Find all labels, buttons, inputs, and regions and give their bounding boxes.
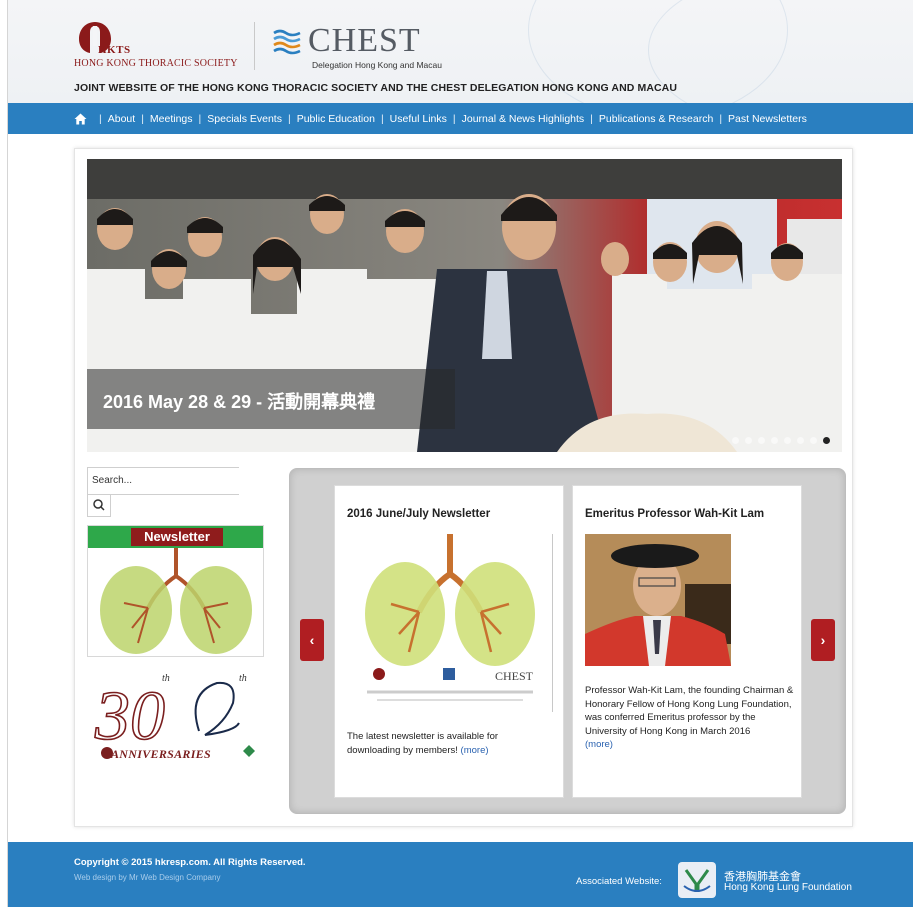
newsletter-cover-image[interactable]: CHEST: [347, 534, 553, 712]
lungs-illustration-icon: [100, 548, 252, 654]
slider-pagination: [732, 437, 830, 444]
header-decoration: [648, 0, 913, 103]
anniv-th-text: th: [162, 673, 170, 684]
card-title[interactable]: 2016 June/July Newsletter: [347, 508, 490, 520]
slider-dot[interactable]: [732, 437, 739, 444]
nav-separator: |: [590, 112, 593, 125]
svg-text:th: th: [239, 673, 247, 684]
hkts-logo[interactable]: HKTS HONG KONG THORACIC SOCIETY: [74, 20, 244, 70]
anniversaries-text: ANNIVERSARIES: [111, 747, 211, 761]
anniv-thirty-text: 30: [94, 678, 165, 755]
nav-separator: |: [141, 112, 144, 125]
card-body: The latest newsletter is available for d…: [347, 730, 547, 757]
slide-caption: 2016 May 28 & 29 - 活動開幕典禮: [103, 392, 376, 412]
nav-separator: |: [198, 112, 202, 125]
professor-portrait-icon: [585, 534, 731, 666]
hkts-full-name: HONG KONG THORACIC SOCIETY: [74, 58, 238, 69]
carousel-prev-button[interactable]: ‹: [300, 619, 324, 661]
newsletter-label: Newsletter: [131, 528, 223, 546]
copyright-text: Copyright © 2015 hkresp.com. All Rights …: [74, 857, 306, 868]
card-body: Professor Wah-Kit Lam, the founding Chai…: [585, 684, 795, 752]
joint-website-title: JOINT WEBSITE OF THE HONG KONG THORACIC …: [74, 82, 678, 94]
nav-item-public-education[interactable]: Public Education: [297, 113, 375, 125]
home-icon[interactable]: [74, 113, 87, 125]
slider-dot[interactable]: [745, 437, 752, 444]
newsletter-banner[interactable]: Newsletter: [87, 525, 264, 657]
hklf-english-name[interactable]: Hong Kong Lung Foundation: [724, 882, 852, 893]
nav-separator: |: [719, 112, 723, 125]
nav-separator: |: [287, 112, 291, 125]
slider-dot[interactable]: [810, 437, 817, 444]
card-description: Professor Wah-Kit Lam, the founding Chai…: [585, 685, 794, 737]
nav-separator: |: [380, 112, 384, 125]
design-credit-link[interactable]: Web design by Mr Web Design Company: [74, 873, 220, 882]
slider-dot-active[interactable]: [823, 437, 830, 444]
news-card[interactable]: 2016 June/July Newsletter CHEST The late…: [334, 485, 564, 798]
slide-caption-bar: 2016 May 28 & 29 - 活動開幕典禮: [87, 369, 455, 429]
header-divider: [254, 22, 255, 70]
nav-item-meetings[interactable]: Meetings: [150, 113, 193, 125]
search-button[interactable]: [87, 495, 111, 517]
news-card[interactable]: Emeritus Professor Wah-Kit Lam Professor…: [572, 485, 802, 798]
slider-dot[interactable]: [797, 437, 804, 444]
content-panel: 2016 May 28 & 29 - 活動開幕典禮 Search... News…: [74, 148, 853, 827]
page-frame: HKTS HONG KONG THORACIC SOCIETY CHEST De…: [7, 0, 913, 907]
slider-dot[interactable]: [758, 437, 765, 444]
associated-website-label: Associated Website:: [576, 876, 662, 887]
chest-logo[interactable]: CHEST Delegation Hong Kong and Macau: [272, 22, 462, 72]
search-icon: [93, 499, 105, 511]
chest-wordmark: CHEST: [308, 22, 421, 59]
newsletter-lungs-icon: CHEST: [365, 534, 535, 701]
nav-item-past-newsletters[interactable]: Past Newsletters: [728, 113, 807, 125]
card-more-link[interactable]: (more): [585, 739, 613, 750]
hero-slider[interactable]: 2016 May 28 & 29 - 活動開幕典禮: [87, 159, 842, 452]
anniversaries-logo[interactable]: 30 th th ANNIVERSARIES: [87, 663, 264, 763]
professor-photo[interactable]: [585, 534, 731, 666]
nav-item-journal-news[interactable]: Journal & News Highlights: [462, 113, 585, 125]
nav-separator: |: [452, 112, 456, 125]
nav-item-useful-links[interactable]: Useful Links: [390, 113, 447, 125]
site-footer: Copyright © 2015 hkresp.com. All Rights …: [8, 842, 913, 907]
card-title[interactable]: Emeritus Professor Wah-Kit Lam: [585, 508, 764, 520]
slider-dot[interactable]: [771, 437, 778, 444]
newsletter-chest-text: CHEST: [495, 669, 534, 683]
hklf-logo-icon[interactable]: [678, 862, 716, 898]
carousel-next-button[interactable]: ›: [811, 619, 835, 661]
site-header: HKTS HONG KONG THORACIC SOCIETY CHEST De…: [8, 0, 913, 103]
main-nav: | About | Meetings | Specials Events | P…: [8, 103, 913, 134]
nav-item-special-events[interactable]: Specials Events: [207, 113, 282, 125]
nav-item-about[interactable]: About: [108, 113, 135, 125]
slider-dot[interactable]: [784, 437, 791, 444]
nav-separator: |: [99, 112, 102, 125]
nav-item-publications[interactable]: Publications & Research: [599, 113, 713, 125]
chest-subtitle: Delegation Hong Kong and Macau: [312, 60, 442, 70]
news-carousel: ‹ › 2016 June/July Newsletter CHEST The …: [289, 468, 846, 814]
card-more-link[interactable]: (more): [461, 745, 489, 756]
search-input[interactable]: Search...: [87, 467, 239, 495]
chest-waves-icon: [273, 29, 301, 55]
hkts-abbreviation: HKTS: [98, 44, 131, 56]
